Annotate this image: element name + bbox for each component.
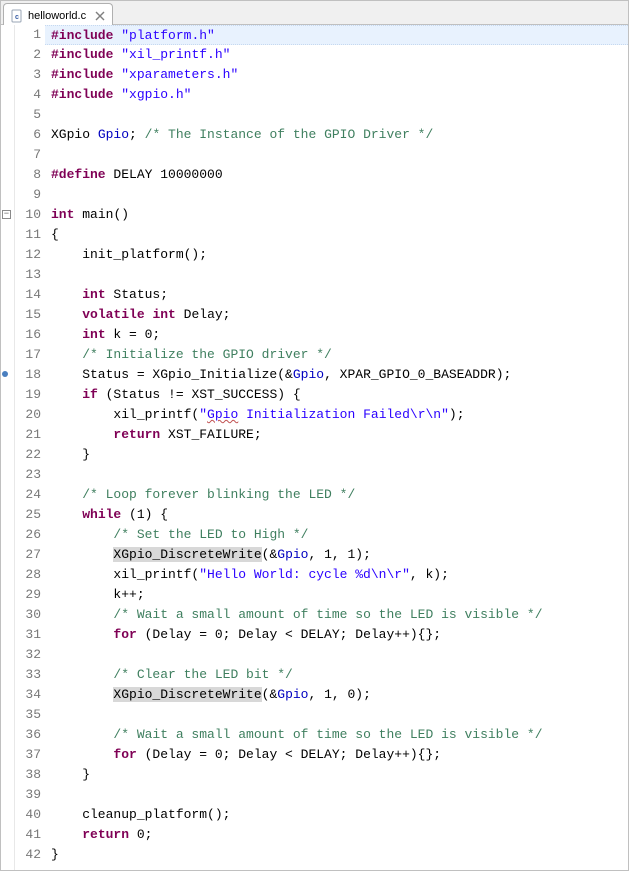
tab-file[interactable]: c helloworld.c <box>3 3 113 25</box>
code-line[interactable]: XGpio_DiscreteWrite(&Gpio, 1, 1); <box>51 545 628 565</box>
code-line[interactable]: Status = XGpio_Initialize(&Gpio, XPAR_GP… <box>51 365 628 385</box>
code-line[interactable]: } <box>51 845 628 865</box>
line-number: 31 <box>15 625 41 645</box>
c-file-icon: c <box>10 9 24 23</box>
line-number: 3 <box>15 65 41 85</box>
code-line[interactable]: for (Delay = 0; Delay < DELAY; Delay++){… <box>51 625 628 645</box>
code-line[interactable]: /* Loop forever blinking the LED */ <box>51 485 628 505</box>
line-number: 18 <box>15 365 41 385</box>
code-line[interactable]: volatile int Delay; <box>51 305 628 325</box>
code-line[interactable]: #include "xparameters.h" <box>51 65 628 85</box>
code-line[interactable] <box>51 645 628 665</box>
line-number: 26 <box>15 525 41 545</box>
code-line[interactable]: int Status; <box>51 285 628 305</box>
line-number: 40 <box>15 805 41 825</box>
line-number: 14 <box>15 285 41 305</box>
code-area[interactable]: #include "platform.h"#include "xil_print… <box>45 25 628 870</box>
line-number: 35 <box>15 705 41 725</box>
code-line[interactable]: } <box>51 445 628 465</box>
breakpoint-marker[interactable] <box>2 371 8 377</box>
line-number: 10 <box>15 205 41 225</box>
code-line[interactable]: /* Initialize the GPIO driver */ <box>51 345 628 365</box>
code-line[interactable]: #define DELAY 10000000 <box>51 165 628 185</box>
line-number: 12 <box>15 245 41 265</box>
close-icon[interactable] <box>94 10 106 22</box>
code-line[interactable]: cleanup_platform(); <box>51 805 628 825</box>
code-line[interactable]: xil_printf("Gpio Initialization Failed\r… <box>51 405 628 425</box>
line-number: 1 <box>15 25 41 45</box>
code-line[interactable]: #include "xil_printf.h" <box>51 45 628 65</box>
line-number: 6 <box>15 125 41 145</box>
code-line[interactable]: int k = 0; <box>51 325 628 345</box>
code-line[interactable]: while (1) { <box>51 505 628 525</box>
code-line[interactable]: XGpio Gpio; /* The Instance of the GPIO … <box>51 125 628 145</box>
code-line[interactable]: return 0; <box>51 825 628 845</box>
line-number: 34 <box>15 685 41 705</box>
line-number: 41 <box>15 825 41 845</box>
code-line[interactable]: if (Status != XST_SUCCESS) { <box>51 385 628 405</box>
code-editor[interactable]: − 12345678910111213141516171819202122232… <box>1 25 628 870</box>
line-number: 33 <box>15 665 41 685</box>
line-number: 5 <box>15 105 41 125</box>
code-line[interactable] <box>51 265 628 285</box>
fold-toggle[interactable]: − <box>2 210 11 219</box>
tab-bar: c helloworld.c <box>1 1 628 25</box>
line-number: 30 <box>15 605 41 625</box>
code-line[interactable]: /* Clear the LED bit */ <box>51 665 628 685</box>
code-line[interactable]: /* Wait a small amount of time so the LE… <box>51 725 628 745</box>
line-number: 4 <box>15 85 41 105</box>
code-line[interactable]: { <box>51 225 628 245</box>
line-number: 9 <box>15 185 41 205</box>
line-number: 27 <box>15 545 41 565</box>
code-line[interactable]: init_platform(); <box>51 245 628 265</box>
line-number: 32 <box>15 645 41 665</box>
code-line[interactable] <box>51 105 628 125</box>
line-number: 28 <box>15 565 41 585</box>
line-number: 38 <box>15 765 41 785</box>
line-number: 16 <box>15 325 41 345</box>
line-number: 21 <box>15 425 41 445</box>
code-line[interactable] <box>51 465 628 485</box>
code-line[interactable]: } <box>51 765 628 785</box>
code-line[interactable]: return XST_FAILURE; <box>51 425 628 445</box>
code-line[interactable]: #include "xgpio.h" <box>51 85 628 105</box>
svg-text:c: c <box>15 14 19 21</box>
line-number: 11 <box>15 225 41 245</box>
code-line[interactable]: xil_printf("Hello World: cycle %d\n\r", … <box>51 565 628 585</box>
line-number: 42 <box>15 845 41 865</box>
code-line[interactable] <box>51 185 628 205</box>
line-number: 37 <box>15 745 41 765</box>
line-number: 25 <box>15 505 41 525</box>
code-line[interactable]: int main() <box>51 205 628 225</box>
marker-ruler: − <box>1 25 15 870</box>
line-number: 23 <box>15 465 41 485</box>
line-number: 8 <box>15 165 41 185</box>
code-line[interactable]: for (Delay = 0; Delay < DELAY; Delay++){… <box>51 745 628 765</box>
line-number: 36 <box>15 725 41 745</box>
line-number: 39 <box>15 785 41 805</box>
line-number: 20 <box>15 405 41 425</box>
line-number: 7 <box>15 145 41 165</box>
line-number: 15 <box>15 305 41 325</box>
line-number: 2 <box>15 45 41 65</box>
tab-filename: helloworld.c <box>28 10 86 22</box>
code-line[interactable] <box>51 785 628 805</box>
code-line[interactable]: /* Set the LED to High */ <box>51 525 628 545</box>
code-line[interactable]: /* Wait a small amount of time so the LE… <box>51 605 628 625</box>
line-number: 24 <box>15 485 41 505</box>
code-line[interactable] <box>51 145 628 165</box>
line-number: 29 <box>15 585 41 605</box>
code-line[interactable]: k++; <box>51 585 628 605</box>
code-line[interactable] <box>51 705 628 725</box>
code-line[interactable]: XGpio_DiscreteWrite(&Gpio, 1, 0); <box>51 685 628 705</box>
line-number: 17 <box>15 345 41 365</box>
line-number-gutter: 1234567891011121314151617181920212223242… <box>15 25 45 870</box>
line-number: 13 <box>15 265 41 285</box>
line-number: 19 <box>15 385 41 405</box>
line-number: 22 <box>15 445 41 465</box>
code-line[interactable]: #include "platform.h" <box>45 25 628 45</box>
